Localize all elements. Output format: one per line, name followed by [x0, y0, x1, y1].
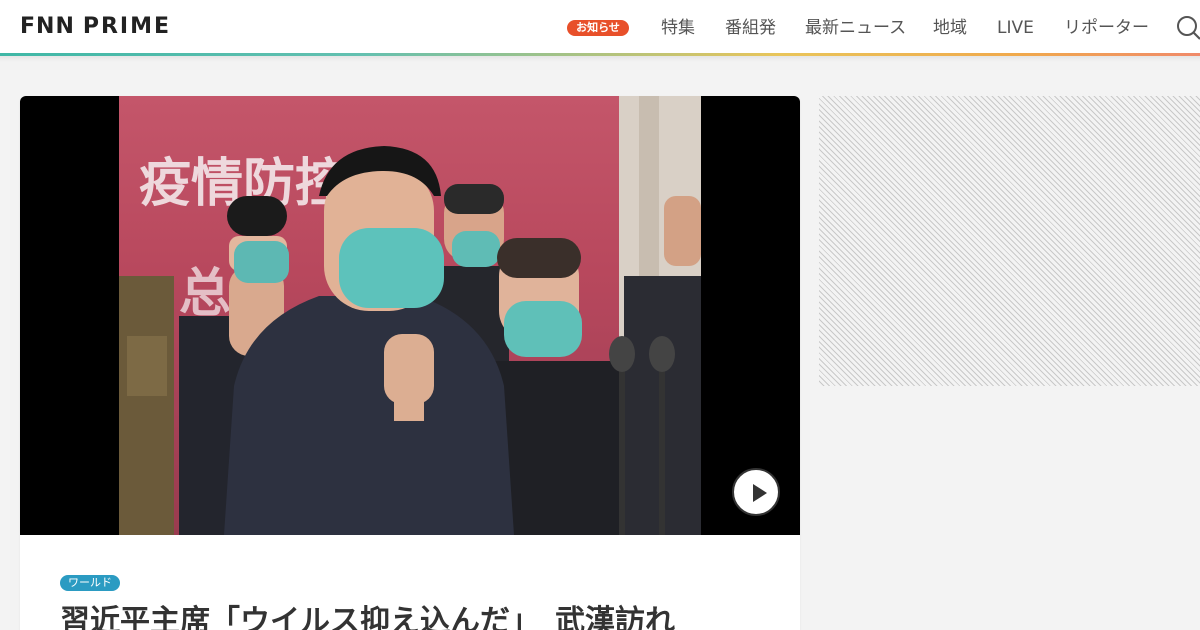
video-player[interactable]: 疫情防控的 总体	[20, 96, 800, 535]
article-card[interactable]: 疫情防控的 总体	[20, 96, 800, 630]
logo-prime: PRIME	[82, 14, 172, 39]
nav-item-features[interactable]: 特集	[661, 17, 695, 39]
site-header: FNN PRIME お知らせ 特集 番組発 最新ニュース 地域 LIVE リポー…	[0, 0, 1200, 54]
nav-item-reporters[interactable]: リポーター	[1064, 17, 1149, 39]
logo-fnn: FNN	[20, 14, 75, 39]
notice-badge[interactable]: お知らせ	[567, 20, 629, 36]
category-tag[interactable]: ワールド	[60, 575, 120, 591]
search-icon[interactable]	[1174, 15, 1200, 41]
ad-placeholder	[819, 96, 1200, 386]
nav-item-programs[interactable]: 番組発	[725, 17, 776, 39]
play-button[interactable]	[732, 468, 780, 516]
nav-item-regions[interactable]: 地域	[933, 17, 967, 39]
header-shadow	[0, 56, 1200, 62]
nav-item-live[interactable]: LIVE	[997, 17, 1034, 39]
site-logo[interactable]: FNN PRIME	[20, 15, 171, 39]
article-headline: 習近平主席「ウイルス抑え込んだ」 武漢訪れ	[60, 604, 675, 630]
play-icon	[753, 484, 767, 502]
nav-item-latest-news[interactable]: 最新ニュース	[805, 17, 906, 39]
video-thumbnail: 疫情防控的 总体	[119, 96, 701, 535]
